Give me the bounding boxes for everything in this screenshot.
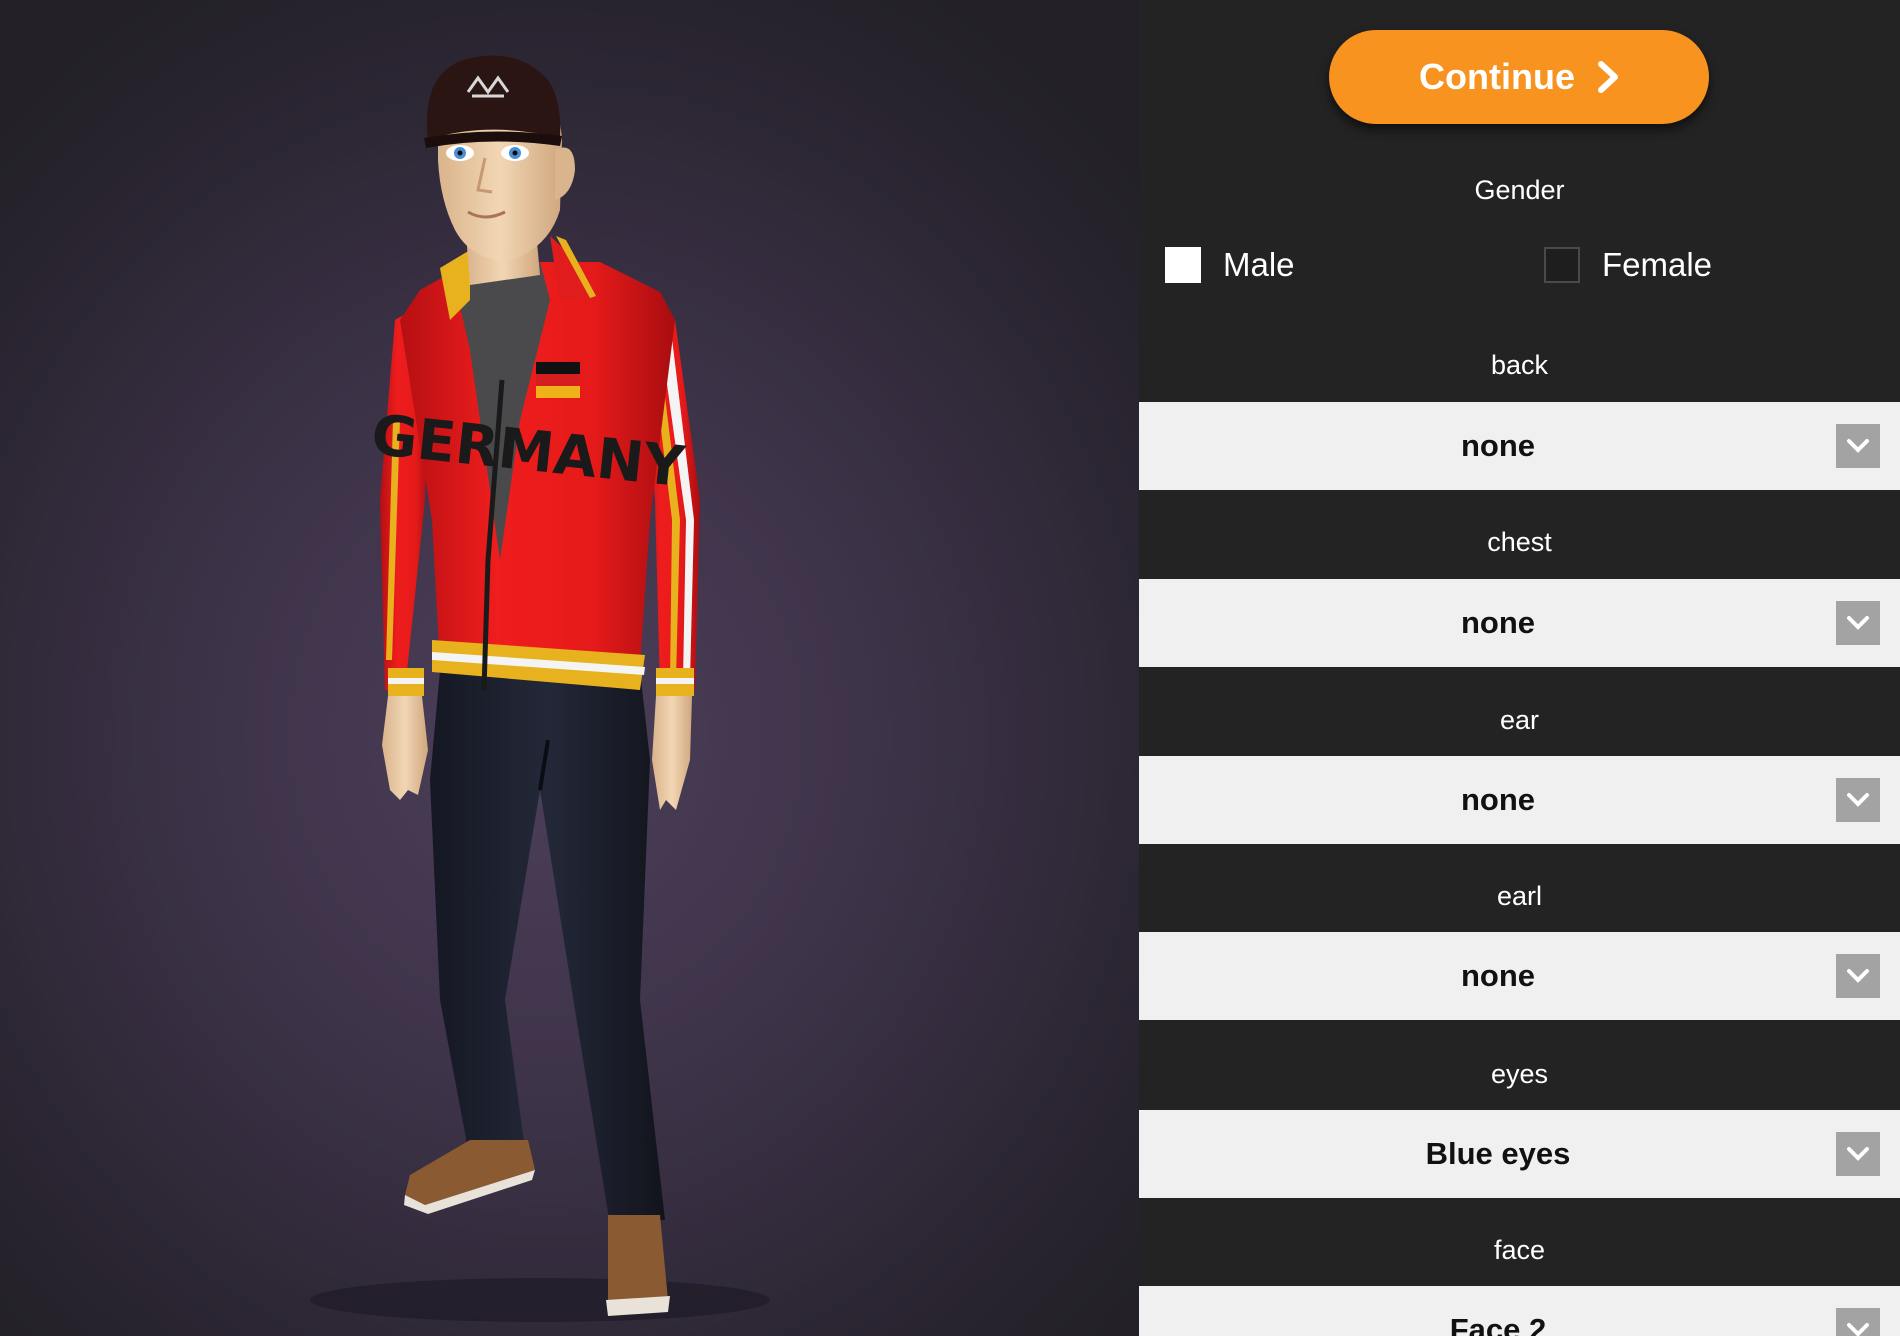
chevron-right-icon xyxy=(1597,61,1619,93)
slot-label-face: face xyxy=(1493,1235,1546,1265)
avatar-figure: GERMANY xyxy=(310,55,770,1322)
chevron-down-icon[interactable] xyxy=(1836,1308,1880,1336)
select-value: none xyxy=(1460,782,1536,817)
male-checkbox[interactable] xyxy=(1165,247,1201,283)
male-label: Male xyxy=(1223,246,1295,283)
female-checkbox[interactable] xyxy=(1544,247,1580,283)
slot-label-eyes: eyes xyxy=(1490,1059,1549,1089)
continue-button[interactable]: Continue xyxy=(1329,30,1709,124)
slot-label-earl: earl xyxy=(1496,881,1543,911)
slot-label-back: back xyxy=(1490,350,1549,380)
select-value: none xyxy=(1460,428,1536,463)
select-value: Blue eyes xyxy=(1425,1136,1571,1171)
select-ear[interactable]: none xyxy=(1139,756,1900,844)
germany-flag-patch xyxy=(536,362,580,398)
gender-option-female[interactable]: Female xyxy=(1544,246,1712,284)
continue-label: Continue xyxy=(1419,56,1575,97)
select-value: none xyxy=(1460,958,1536,993)
select-face[interactable]: Face 2 xyxy=(1139,1286,1900,1336)
chevron-down-icon[interactable] xyxy=(1836,778,1880,822)
gender-selector: Male Female xyxy=(1139,246,1900,294)
select-back[interactable]: none xyxy=(1139,402,1900,490)
chevron-down-icon[interactable] xyxy=(1836,424,1880,468)
chevron-down-icon[interactable] xyxy=(1836,601,1880,645)
gender-label: Gender xyxy=(1474,175,1565,205)
gender-option-male[interactable]: Male xyxy=(1165,246,1295,284)
female-label: Female xyxy=(1602,246,1713,283)
chevron-down-icon[interactable] xyxy=(1836,954,1880,998)
chevron-down-icon[interactable] xyxy=(1836,1132,1880,1176)
select-value: none xyxy=(1460,605,1536,640)
select-value: Face 2 xyxy=(1449,1312,1547,1336)
slot-label-ear: ear xyxy=(1499,705,1540,735)
slot-label-chest: chest xyxy=(1487,527,1552,557)
customization-panel: Continue Gender Male Female back none ch… xyxy=(1139,0,1900,1336)
select-eyes[interactable]: Blue eyes xyxy=(1139,1110,1900,1198)
avatar-viewport[interactable]: GERMANY xyxy=(0,0,1139,1336)
select-earl[interactable]: none xyxy=(1139,932,1900,1020)
select-chest[interactable]: none xyxy=(1139,579,1900,667)
